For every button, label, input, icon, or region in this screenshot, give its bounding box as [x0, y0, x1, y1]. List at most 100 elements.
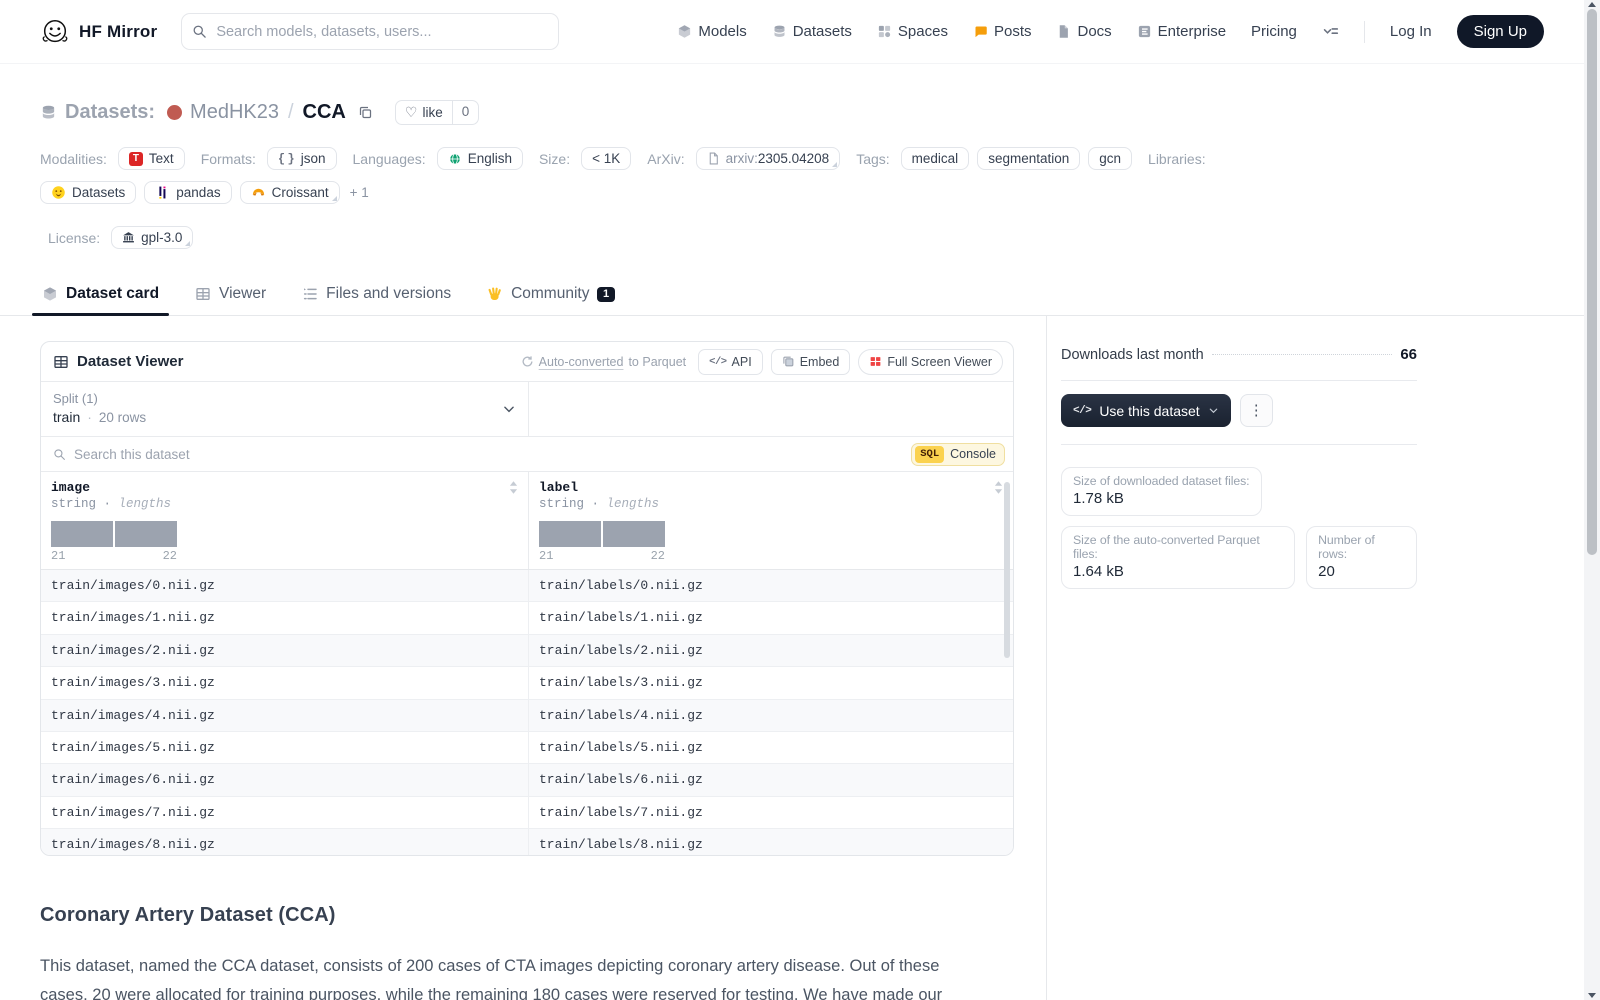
cube-icon	[677, 24, 692, 39]
cell-image[interactable]: train/images/6.nii.gz	[41, 764, 529, 796]
doc-icon	[1056, 24, 1071, 39]
histogram-bar[interactable]	[115, 521, 177, 547]
table-row[interactable]: train/images/0.nii.gz train/labels/0.nii.…	[41, 570, 1013, 603]
cell-label[interactable]: train/labels/8.nii.gz	[529, 829, 1013, 855]
cell-label[interactable]: train/labels/2.nii.gz	[529, 635, 1013, 666]
nav-item-pricing[interactable]: Pricing	[1251, 23, 1297, 40]
scroll-up-arrow[interactable]	[1588, 2, 1596, 7]
cell-label[interactable]: train/labels/6.nii.gz	[529, 764, 1013, 795]
kebab-menu-button[interactable]: ⋮	[1239, 394, 1273, 427]
tab-viewer[interactable]: Viewer	[193, 275, 268, 315]
split-name: train	[53, 409, 81, 425]
cell-label[interactable]: train/labels/7.nii.gz	[529, 797, 1013, 828]
cell-label[interactable]: train/labels/0.nii.gz	[529, 570, 1013, 601]
table-row[interactable]: train/images/4.nii.gz train/labels/4.nii.…	[41, 699, 1013, 732]
library-pill-pandas[interactable]: pandas	[144, 181, 232, 204]
histogram-bar[interactable]	[539, 521, 601, 547]
brand[interactable]: HF Mirror	[40, 17, 157, 47]
code-icon: </>	[709, 355, 727, 368]
table-scrollbar-thumb[interactable]	[1004, 482, 1010, 658]
sort-icon[interactable]	[994, 481, 1003, 494]
page-scrollbar-thumb[interactable]	[1587, 9, 1597, 555]
cell-image[interactable]: train/images/1.nii.gz	[41, 602, 529, 634]
nav-item-enterprise[interactable]: Enterprise	[1137, 23, 1226, 40]
fullscreen-grid-icon	[869, 355, 882, 368]
nav-item-posts[interactable]: Posts	[973, 23, 1032, 40]
libraries-label: Libraries:	[1148, 150, 1206, 167]
library-pill-datasets[interactable]: Datasets	[40, 181, 137, 204]
cell-label[interactable]: train/labels/4.nii.gz	[529, 700, 1013, 731]
page-scrollbar[interactable]	[1584, 0, 1600, 1000]
cell-image[interactable]: train/images/4.nii.gz	[41, 699, 529, 731]
table-row[interactable]: train/images/6.nii.gz train/labels/6.nii.…	[41, 764, 1013, 797]
login-link[interactable]: Log In	[1390, 23, 1432, 40]
tab-community[interactable]: Community 1	[485, 275, 617, 315]
cell-image[interactable]: train/images/0.nii.gz	[41, 570, 529, 602]
tab-files-and-versions[interactable]: Files and versions	[300, 275, 453, 315]
arxiv-id: 2305.04208	[757, 151, 830, 166]
dataset-search[interactable]: Search this dataset	[53, 447, 911, 462]
copy-icon[interactable]	[358, 105, 373, 120]
use-dataset-button[interactable]: </> Use this dataset	[1061, 394, 1231, 427]
cell-image[interactable]: train/images/7.nii.gz	[41, 796, 529, 829]
more-libraries[interactable]: + 1	[350, 185, 369, 200]
tag-pill-segmentation[interactable]: segmentation	[977, 147, 1081, 170]
split-selector[interactable]: Split (1) train · 20 rows	[41, 382, 529, 436]
modality-pill-text[interactable]: T Text	[117, 147, 185, 170]
croissant-icon	[251, 185, 266, 200]
arxiv-pill[interactable]: arxiv:2305.04208	[695, 147, 841, 170]
language-pill-english[interactable]: English	[436, 147, 523, 170]
datasets-icon	[40, 104, 57, 121]
owner-avatar[interactable]	[167, 105, 183, 120]
tag-pill-medical[interactable]: medical	[900, 147, 970, 170]
text-modality-icon: T	[128, 151, 143, 166]
table-row[interactable]: train/images/2.nii.gz train/labels/2.nii.…	[41, 634, 1013, 668]
owner-link[interactable]: MedHK23	[190, 101, 279, 124]
cell-label[interactable]: train/labels/3.nii.gz	[529, 667, 1013, 698]
histogram-bar[interactable]	[603, 521, 665, 547]
size-pill[interactable]: < 1K	[581, 147, 632, 170]
dotted-leader	[1211, 354, 1393, 355]
length-histogram	[539, 521, 1003, 547]
like-button[interactable]: ♡ like 0	[394, 100, 480, 125]
dataset-name[interactable]: CCA	[303, 101, 346, 124]
column-type: string · lengths	[539, 497, 660, 511]
arxiv-label: ArXiv:	[647, 150, 685, 167]
nav-item-models[interactable]: Models	[677, 23, 747, 40]
auto-converted-link[interactable]: Auto-converted	[539, 355, 624, 369]
api-button[interactable]: </> API	[698, 348, 763, 375]
sql-console-button[interactable]: SQL Console	[911, 442, 1005, 466]
license-pill[interactable]: gpl-3.0	[111, 226, 194, 249]
cell-image[interactable]: train/images/8.nii.gz	[41, 829, 529, 855]
table-row[interactable]: train/images/5.nii.gz train/labels/5.nii.…	[41, 731, 1013, 765]
cell-image[interactable]: train/images/3.nii.gz	[41, 667, 529, 699]
embed-button[interactable]: Embed	[770, 348, 851, 375]
table-row[interactable]: train/images/1.nii.gz train/labels/1.nii.…	[41, 602, 1013, 635]
table-row[interactable]: train/images/3.nii.gz train/labels/3.nii.…	[41, 667, 1013, 700]
nav-item-docs[interactable]: Docs	[1056, 23, 1112, 40]
cell-label[interactable]: train/labels/1.nii.gz	[529, 602, 1013, 633]
search-input[interactable]	[181, 13, 560, 50]
tag-pill-gcn[interactable]: gcn	[1088, 147, 1133, 170]
like-count[interactable]: 0	[451, 101, 479, 124]
histogram-bar[interactable]	[51, 521, 113, 547]
paper-icon	[707, 152, 720, 165]
fullscreen-viewer-button[interactable]: Full Screen Viewer	[858, 348, 1003, 375]
size-label: Size:	[538, 150, 571, 167]
format-pill-json[interactable]: { } json	[266, 147, 337, 170]
stat-card-parquet-size: Size of the auto-converted Parquet files…	[1061, 526, 1296, 589]
cell-label[interactable]: train/labels/5.nii.gz	[529, 732, 1013, 763]
table-row[interactable]: train/images/8.nii.gz train/labels/8.nii.…	[41, 829, 1013, 855]
cell-image[interactable]: train/images/5.nii.gz	[41, 731, 529, 764]
more-menu-icon[interactable]	[1322, 23, 1339, 40]
library-pill-croissant[interactable]: Croissant	[239, 181, 340, 204]
tab-dataset-card[interactable]: Dataset card	[31, 275, 170, 316]
cell-image[interactable]: train/images/2.nii.gz	[41, 634, 529, 667]
signup-button[interactable]: Sign Up	[1456, 15, 1544, 48]
sort-icon[interactable]	[509, 481, 518, 494]
nav-item-spaces[interactable]: Spaces	[877, 23, 948, 40]
nav-item-datasets[interactable]: Datasets	[772, 23, 852, 40]
table-row[interactable]: train/images/7.nii.gz train/labels/7.nii.…	[41, 796, 1013, 830]
nav-item-label: Posts	[993, 23, 1032, 40]
scroll-down-arrow[interactable]	[1588, 993, 1596, 998]
